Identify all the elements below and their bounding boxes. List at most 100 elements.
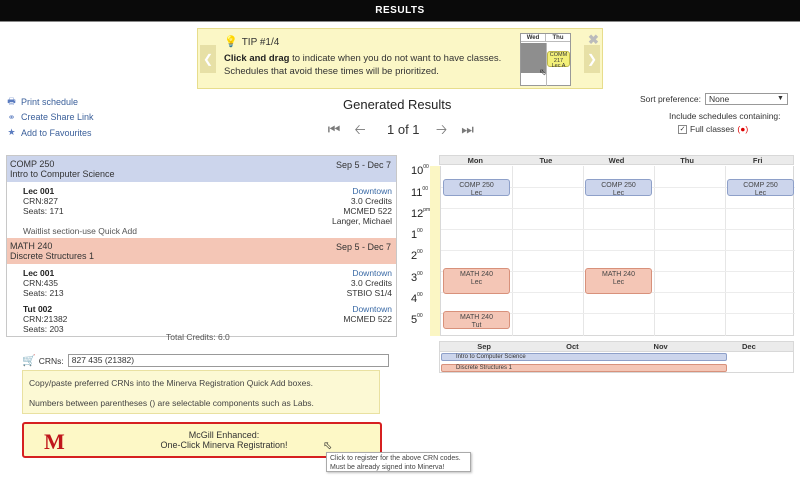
crn-tip-line: Numbers between parentheses () are selec… <box>29 398 314 408</box>
prev-page-icon[interactable]: 🡠 <box>351 120 369 138</box>
event-type: Tut <box>471 321 482 329</box>
print-schedule-label: Print schedule <box>21 96 79 107</box>
full-classes-checkbox[interactable]: ✓ <box>678 124 687 134</box>
event-type: Lec <box>470 189 483 197</box>
month-nov: Nov <box>653 342 668 351</box>
side-links: 🖶 Print schedule ⚭ Create Share Link ★ Add … <box>6 94 94 141</box>
results-title: RESULTS <box>375 5 425 16</box>
section-credits: 3.0 Credits <box>350 278 392 288</box>
tip-body: Click and drag to indicate when you do n… <box>224 52 514 78</box>
tip-next-button[interactable]: ❯ <box>584 45 600 73</box>
hour-suffix: 00 <box>423 164 429 170</box>
results-counter: 1 of 1 <box>387 121 420 137</box>
generated-results-title: Generated Results <box>343 97 452 112</box>
day-fri: Fri <box>752 156 763 165</box>
calendar-event[interactable]: COMP 250 Lec <box>443 179 510 197</box>
hour-label: 1100 <box>411 186 439 199</box>
section-campus[interactable]: Downtown <box>347 268 392 278</box>
timeline-bar: Discrete Structures 1 <box>441 364 727 372</box>
hour-number: 11 <box>411 187 423 199</box>
mini-day-thu: Thu <box>552 35 564 41</box>
section-details: Downtown MCMED 522 <box>343 304 392 324</box>
waitlist-note: Waitlist section-use Quick Add <box>23 226 138 236</box>
chevron-right-icon: ❯ <box>586 52 598 66</box>
event-course: MATH 240 <box>602 271 635 278</box>
course-list: COMP 250 Intro to Computer Science Sep 5… <box>6 155 397 337</box>
event-course: MATH 240 <box>460 314 493 321</box>
tip-heading-text: TIP #1/4 <box>241 37 280 48</box>
mouse-cursor-icon: ⬁ <box>323 440 333 452</box>
hour-label: 100 <box>411 228 439 241</box>
full-classes-label: Full classes <box>690 124 735 134</box>
tip-heading: 💡 TIP #1/4 <box>224 35 279 48</box>
section-details: Downtown 3.0 Credits STBIO S1/4 <box>347 268 392 298</box>
crn-tip-line: Copy/paste preferred CRNs into the Miner… <box>29 378 313 388</box>
next-page-icon[interactable]: 🡢 <box>433 120 451 138</box>
section-room: STBIO S1/4 <box>346 288 392 298</box>
first-page-icon[interactable]: ⏮ <box>325 120 343 138</box>
month-dec: Dec <box>741 342 756 351</box>
day-divider <box>725 166 726 336</box>
calendar-event[interactable]: MATH 240 Lec <box>585 268 652 294</box>
sort-preference: Sort preference: None ▼ <box>640 93 788 105</box>
section-credits: 3.0 Credits <box>350 196 392 206</box>
hour-suffix: 00 <box>422 186 428 192</box>
sort-value: None <box>708 94 730 104</box>
minerva-tooltip: Click to register for the above CRN code… <box>326 452 471 472</box>
hour-label: 1000 <box>411 164 439 177</box>
section-campus[interactable]: Downtown <box>343 304 392 314</box>
crn-field[interactable]: 827 435 (21382) <box>67 354 389 367</box>
calendar-grid[interactable]: COMP 250 Lec COMP 250 Lec COMP 250 Lec MATH 24… <box>440 166 795 336</box>
event-type: Lec <box>612 189 625 197</box>
mini-day-wed: Wed <box>521 34 546 41</box>
event-course: COMP 250 <box>459 182 494 189</box>
section-instructor: Langer, Michael <box>331 216 392 226</box>
total-credits: Total Credits: 6.0 <box>166 332 230 342</box>
section-campus[interactable]: Downtown <box>332 186 392 196</box>
add-to-favourites-link[interactable]: ★ Add to Favourites <box>6 125 94 141</box>
day-divider <box>654 166 655 336</box>
sort-select[interactable]: None ▼ <box>704 93 788 105</box>
section-name: Lec 001 <box>23 268 55 278</box>
tooltip-line: Click to register for the above CRN code… <box>330 455 461 462</box>
hour-number: 12 <box>411 208 424 220</box>
tip-bold-text: Click and drag <box>224 53 290 64</box>
section-row: Tut 002 CRN:21382 Seats: 203 Downtown MC… <box>7 300 396 336</box>
minerva-button-text: McGill Enhanced: One-Click Minerva Regis… <box>144 430 304 450</box>
hour-suffix: 00 <box>417 271 423 277</box>
event-course: COMP 250 <box>601 182 636 189</box>
create-share-link[interactable]: ⚭ Create Share Link <box>6 110 94 126</box>
course-header-comp250[interactable]: COMP 250 Intro to Computer Science Sep 5… <box>7 156 396 182</box>
star-icon: ★ <box>7 127 16 138</box>
hour-line <box>441 208 795 209</box>
calendar-event[interactable]: MATH 240 Tut <box>443 311 510 329</box>
hour-suffix: 00 <box>417 249 423 255</box>
minerva-button-line: McGill Enhanced: <box>188 430 260 440</box>
print-schedule-link[interactable]: 🖶 Print schedule <box>6 94 94 110</box>
calendar-event[interactable]: COMP 250 Lec <box>727 179 794 197</box>
printer-icon: 🖶 <box>7 96 16 107</box>
section-name: Lec 001 <box>23 186 55 196</box>
mini-event-line: Lec A <box>551 63 566 69</box>
event-type: Lec <box>470 278 483 286</box>
section-name: Tut 002 <box>23 304 53 314</box>
month-oct: Oct <box>566 342 579 351</box>
calendar-event[interactable]: COMP 250 Lec <box>585 179 652 197</box>
crn-tip-box: Copy/paste preferred CRNs into the Miner… <box>22 370 380 414</box>
tip-prev-button[interactable]: ❮ <box>200 45 216 73</box>
minerva-button-line: One-Click Minerva Registration! <box>160 440 288 450</box>
chevron-down-icon: ▼ <box>777 95 784 102</box>
course-header-math240[interactable]: MATH 240 Discrete Structures 1 Sep 5 - D… <box>7 238 396 264</box>
day-thu: Thu <box>680 156 694 165</box>
week-calendar: Mon Tue Wed Thu Fri COMP 250 Lec COMP 250 L… <box>410 155 795 336</box>
last-page-icon[interactable]: ⏭ <box>459 120 477 138</box>
hour-label: 200 <box>411 249 439 262</box>
calendar-event[interactable]: MATH 240 Lec <box>443 268 510 294</box>
full-classes-option: ✓ Full classes (●) <box>678 124 748 134</box>
hour-label: 12pm <box>411 207 439 220</box>
section-details: Downtown 3.0 Credits MCMED 522 Langer, M… <box>332 186 392 226</box>
event-type: Lec <box>612 278 625 286</box>
tip-mini-calendar-illustration: Wed Thu COMM 217 Lec A ⬁ <box>520 33 571 86</box>
month-sep: Sep <box>477 342 491 351</box>
tip-panel: ❮ 💡 TIP #1/4 Click and drag to indicate w… <box>197 28 603 89</box>
